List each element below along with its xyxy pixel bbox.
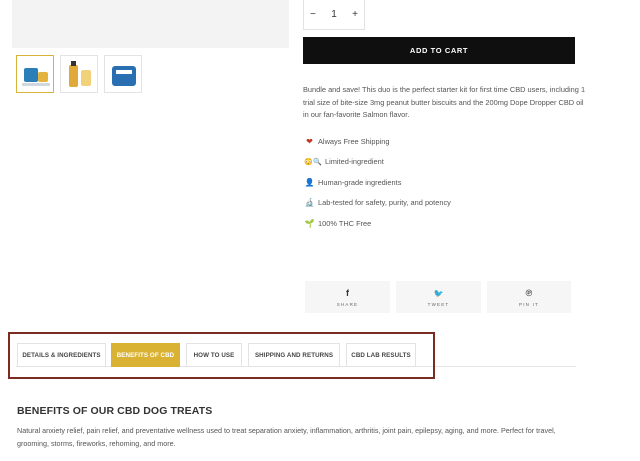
tab-how-to-use[interactable]: HOW TO USE [186,343,242,367]
share-label: PIN IT [519,301,539,307]
feature-item: 🔬 Lab-tested for safety, purity, and pot… [303,193,451,214]
heart-icon: ❤ [306,136,313,146]
product-main-image[interactable] [12,0,289,48]
feature-list: ❤ Always Free Shipping 😳🔍 Limited-ingred… [303,131,451,234]
tab-cbd-lab-results[interactable]: CBD LAB RESULTS [346,343,416,367]
face-magnifier-icon: 😳🔍 [304,158,322,166]
feature-item: 👤 Human-grade ingredients [303,172,451,193]
feature-item: 😳🔍 Limited-ingredient [303,152,451,173]
microscope-icon: 🔬 [304,198,315,208]
product-description: Bundle and save! This duo is the perfect… [303,85,586,119]
quantity-value[interactable]: 1 [331,9,337,20]
feature-label: Lab-tested for safety, purity, and poten… [318,198,451,208]
share-label: TWEET [427,301,450,307]
share-twitter-button[interactable]: 🐦 TWEET [396,281,481,313]
section-body: Natural anxiety relief, pain relief, and… [17,426,556,448]
feature-label: 100% THC Free [318,218,372,228]
share-pinterest-button[interactable]: ℗ PIN IT [487,281,571,313]
tab-details-ingredients[interactable]: DETAILS & INGREDIENTS [17,343,106,367]
feature-item: 🌱 100% THC Free [303,213,451,234]
section-title: BENEFITS OF OUR CBD DOG TREATS [17,405,213,417]
thumbnail-1[interactable] [16,55,54,93]
tab-benefits-of-cbd[interactable]: BENEFITS OF CBD [111,343,180,367]
quantity-stepper[interactable]: − 1 + [303,0,365,30]
thumbnail-2[interactable] [60,55,98,93]
facebook-icon: f [346,287,349,298]
thumbnail-3[interactable] [104,55,142,93]
share-facebook-button[interactable]: f SHARE [305,281,390,313]
product-thumbnails [16,55,142,93]
quantity-plus-button[interactable]: + [352,9,358,20]
pinterest-icon: ℗ [525,287,533,298]
feature-label: Human-grade ingredients [318,177,402,187]
person-icon: 👤 [304,177,315,187]
feature-label: Limited-ingredient [325,157,384,167]
tab-shipping-and-returns[interactable]: SHIPPING AND RETURNS [248,343,340,367]
share-label: SHARE [336,301,359,307]
add-to-cart-button[interactable]: ADD TO CART [303,37,575,64]
feature-item: ❤ Always Free Shipping [303,131,451,152]
quantity-minus-button[interactable]: − [310,9,316,20]
feature-label: Always Free Shipping [318,136,390,146]
twitter-icon: 🐦 [433,288,444,298]
leaf-icon: 🌱 [304,218,315,228]
